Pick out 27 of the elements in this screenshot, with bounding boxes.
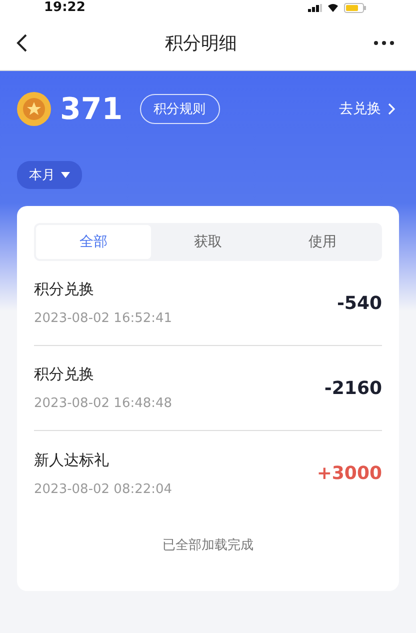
chevron-right-icon	[387, 103, 395, 115]
record-amount: +3000	[316, 463, 382, 484]
filter-tab[interactable]: 获取	[150, 225, 266, 259]
caret-down-icon	[61, 172, 70, 178]
back-icon[interactable]	[16, 33, 28, 53]
record-time: 2023-08-02 16:48:48	[34, 396, 172, 411]
record-title: 积分兑换	[34, 280, 95, 299]
coin-icon	[17, 92, 51, 126]
page-title: 积分明细	[165, 32, 237, 55]
filter-tab[interactable]: 全部	[36, 225, 151, 259]
record-amount: -2160	[324, 378, 382, 398]
record-time: 2023-08-02 08:22:04	[34, 482, 172, 496]
signal-icon	[308, 4, 322, 12]
record-time: 2023-08-02 16:52:41	[34, 311, 172, 326]
record-title: 新人达标礼	[34, 450, 110, 470]
exchange-link[interactable]: 去兑换	[339, 100, 395, 118]
month-filter[interactable]: 本月	[17, 161, 82, 189]
points-balance: 371	[60, 92, 123, 126]
record-title: 积分兑换	[34, 365, 95, 384]
battery-icon	[344, 3, 366, 13]
rules-button[interactable]: 积分规则	[140, 94, 220, 124]
filter-tab[interactable]: 使用	[265, 225, 380, 259]
load-complete-text: 已全部加载完成	[162, 537, 254, 554]
status-time: 19:22	[44, 1, 86, 15]
record-amount: -540	[336, 292, 382, 314]
more-icon[interactable]	[374, 41, 394, 45]
wifi-icon	[328, 4, 338, 12]
